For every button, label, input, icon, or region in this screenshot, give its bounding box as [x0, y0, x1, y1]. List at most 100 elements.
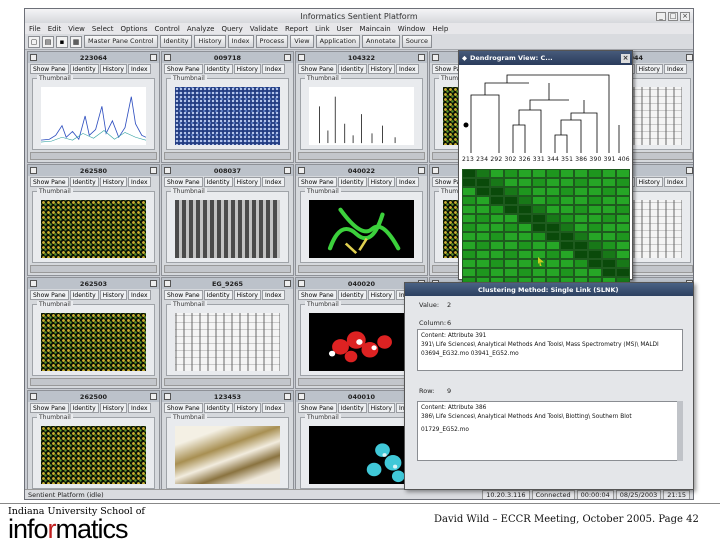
pane-menu-icon[interactable] — [164, 167, 171, 174]
heatmap-cell[interactable] — [602, 205, 616, 214]
heatmap-cell[interactable] — [504, 205, 518, 214]
heatmap-cell[interactable] — [476, 205, 490, 214]
new-icon[interactable]: ▢ — [28, 35, 40, 48]
pane-tab[interactable]: Show Pane — [164, 64, 203, 74]
heatmap-cell[interactable] — [602, 259, 616, 268]
heatmap-cell[interactable] — [616, 241, 630, 250]
pane-tab[interactable]: Show Pane — [298, 64, 337, 74]
title-bar[interactable]: Informatics Sentient Platform _ □ × — [25, 9, 693, 23]
thumbnail-pane[interactable]: 262503 Show Pane Identity History Index Thumb… — [27, 277, 160, 389]
heatmap-cell[interactable] — [532, 250, 546, 259]
heatmap-cell[interactable] — [476, 232, 490, 241]
heatmap-cell[interactable] — [462, 187, 476, 196]
heatmap-cell[interactable] — [546, 223, 560, 232]
pane-tab[interactable]: History — [367, 64, 395, 74]
heatmap-cell[interactable] — [602, 214, 616, 223]
heatmap-cell[interactable] — [560, 178, 574, 187]
thumbnail-image[interactable] — [309, 426, 414, 484]
pane-menu-icon[interactable] — [298, 280, 305, 287]
thumbnail-image[interactable] — [309, 200, 414, 258]
thumbnail-pane[interactable]: 262500 Show Pane Identity History Index Thumb… — [27, 390, 160, 499]
thumbnail-pane[interactable]: 223064 Show Pane Identity History Index Thumb… — [27, 51, 160, 163]
pane-menu-icon[interactable] — [298, 167, 305, 174]
menu-options[interactable]: Options — [121, 25, 148, 33]
heatmap-cell[interactable] — [462, 205, 476, 214]
save-icon[interactable]: ▪ — [56, 35, 68, 48]
heatmap-cell[interactable] — [490, 187, 504, 196]
heatmap-cell[interactable] — [518, 187, 532, 196]
pane-menu-icon[interactable] — [432, 54, 439, 61]
heatmap-cell[interactable] — [574, 169, 588, 178]
heatmap-cell[interactable] — [518, 205, 532, 214]
index-button[interactable]: Index — [227, 35, 254, 48]
close-button[interactable]: × — [680, 11, 690, 21]
thumbnail-image[interactable] — [41, 426, 146, 484]
heatmap-cell[interactable] — [588, 250, 602, 259]
heatmap-cell[interactable] — [574, 268, 588, 277]
pane-tab[interactable]: Index — [261, 403, 285, 413]
pane-tab[interactable]: Show Pane — [298, 177, 337, 187]
pane-tab[interactable]: History — [635, 64, 663, 74]
heatmap-cell[interactable] — [574, 187, 588, 196]
row-scrollbar[interactable] — [677, 401, 683, 461]
heatmap-cell[interactable] — [616, 259, 630, 268]
pane-tab[interactable]: Index — [261, 64, 285, 74]
pane-tab[interactable]: Index — [127, 64, 151, 74]
heatmap-cell[interactable] — [560, 205, 574, 214]
pane-scrollbar[interactable] — [30, 152, 157, 160]
pane-tab[interactable]: History — [233, 64, 261, 74]
clustering-title[interactable]: Clustering Method: Single Link (SLNK) — [405, 283, 693, 296]
heatmap-cell[interactable] — [462, 259, 476, 268]
pane-tab[interactable]: Index — [127, 177, 151, 187]
heatmap-cell[interactable] — [616, 178, 630, 187]
pane-close-icon[interactable] — [150, 167, 157, 174]
pane-menu-icon[interactable] — [298, 393, 305, 400]
pane-menu-icon[interactable] — [164, 54, 171, 61]
heatmap-cell[interactable] — [560, 268, 574, 277]
heatmap-cell[interactable] — [490, 196, 504, 205]
heatmap-cell[interactable] — [476, 214, 490, 223]
pane-header[interactable]: 262500 — [28, 391, 159, 402]
pane-tab[interactable]: Show Pane — [164, 290, 203, 300]
pane-tab[interactable]: Identity — [337, 290, 367, 300]
column-details-box[interactable]: Content: Attribute 391 391\ Life Science… — [417, 329, 683, 371]
pane-tab[interactable]: Identity — [69, 64, 99, 74]
heatmap-cell[interactable] — [476, 178, 490, 187]
heatmap-cell[interactable] — [560, 187, 574, 196]
pane-tab[interactable]: Show Pane — [30, 290, 69, 300]
heatmap-cell[interactable] — [546, 187, 560, 196]
thumbnail-image[interactable] — [175, 87, 280, 145]
thumbnail-image[interactable] — [175, 200, 280, 258]
pane-header[interactable]: 223064 — [28, 52, 159, 63]
heatmap-cell[interactable] — [462, 196, 476, 205]
pane-close-icon[interactable] — [284, 280, 291, 287]
pane-tab[interactable]: History — [367, 403, 395, 413]
heatmap-cell[interactable] — [476, 187, 490, 196]
pane-header[interactable]: 009718 — [162, 52, 293, 63]
heatmap-cell[interactable] — [518, 250, 532, 259]
heatmap-cell[interactable] — [546, 232, 560, 241]
application-button[interactable]: Application — [315, 35, 360, 48]
heatmap-cell[interactable] — [574, 178, 588, 187]
thumbnail-pane[interactable]: 104322 Show Pane Identity History Index Thumb… — [295, 51, 428, 163]
pane-tab[interactable]: History — [367, 177, 395, 187]
heatmap-cell[interactable] — [504, 259, 518, 268]
heatmap-cell[interactable] — [546, 214, 560, 223]
pane-tab[interactable]: Show Pane — [298, 403, 337, 413]
thumbnail-image[interactable] — [40, 87, 147, 145]
heatmap-cell[interactable] — [518, 241, 532, 250]
heatmap-cell[interactable] — [504, 178, 518, 187]
heatmap-cell[interactable] — [574, 250, 588, 259]
pane-header[interactable]: EG_9265 — [162, 278, 293, 289]
heatmap-cell[interactable] — [546, 268, 560, 277]
heatmap-cell[interactable] — [616, 268, 630, 277]
heatmap-cell[interactable] — [588, 196, 602, 205]
heatmap-cell[interactable] — [532, 169, 546, 178]
heatmap-cell[interactable] — [504, 187, 518, 196]
menu-edit[interactable]: Edit — [48, 25, 62, 33]
heatmap-cell[interactable] — [616, 169, 630, 178]
pane-tab[interactable]: Identity — [69, 177, 99, 187]
heatmap-cell[interactable] — [602, 250, 616, 259]
thumbnail-image[interactable] — [175, 426, 280, 484]
pane-close-icon[interactable] — [418, 167, 425, 174]
